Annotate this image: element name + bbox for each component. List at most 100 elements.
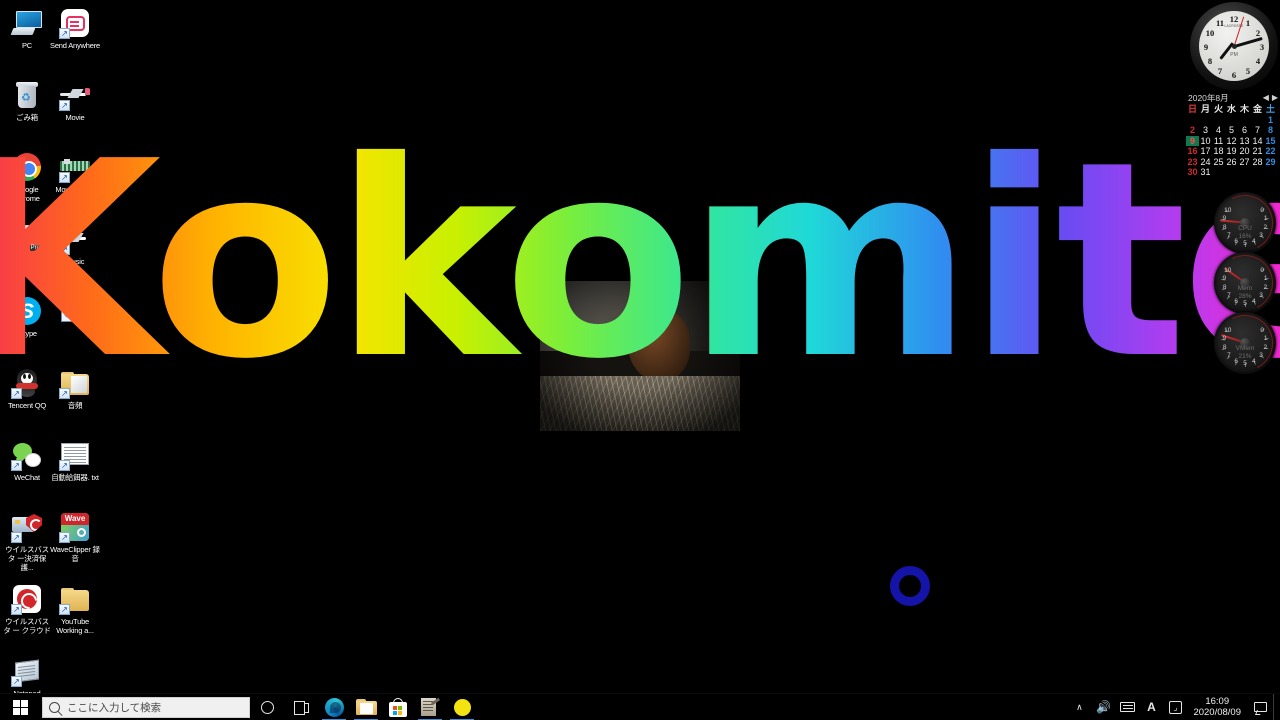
taskbar-clock[interactable]: 16:09 2020/08/09 [1187,694,1247,720]
ime-tool-icon[interactable]: ⌟ [1163,694,1187,720]
calendar-day-cell[interactable]: 29 [1264,157,1277,168]
notification-icon [1253,702,1267,712]
taskbar-app-yellow-dot[interactable] [446,694,478,720]
volume-icon[interactable]: 🔊 [1091,694,1115,720]
calendar-day-header: 土 [1265,104,1275,114]
desktop-icon-notepad[interactable]: Notepad [2,652,52,693]
calendar-day-header: 木 [1239,104,1249,114]
calendar-day-cell[interactable]: 30 [1186,167,1199,178]
calendar-day-cell[interactable]: 18 [1212,146,1225,157]
calendar-day-cell[interactable]: 24 [1199,157,1212,168]
desktop-icon-pc[interactable]: PC [2,4,52,72]
taskbar-app-file-explorer[interactable] [350,694,382,720]
clock-hour-2: 2 [1255,28,1261,38]
computer-icon [10,7,43,39]
cortana-button[interactable] [250,694,284,720]
shortcut-badge-icon [11,676,22,687]
calendar-day-cell[interactable]: 21 [1251,146,1264,157]
clock-hour-12: 12 [1229,14,1239,24]
calendar-day-header: 月 [1200,104,1210,114]
wechat-icon [11,439,43,471]
calendar-day-cell[interactable]: 11 [1212,136,1225,147]
gauge-scale-number: 8 [1222,344,1227,352]
gauge-scale-number: 9 [1222,215,1227,223]
calendar-day-cell[interactable]: 12 [1225,136,1238,147]
shortcut-badge-icon [11,460,22,471]
shortcut-badge-icon [59,460,70,471]
show-desktop-button[interactable] [1273,693,1278,720]
calendar-day-cell[interactable]: 8 [1264,125,1277,136]
vmemory-gauge[interactable]: VMem 21% 0 1 2 3 4 5 6 7 8 9 10 [1209,307,1280,379]
calendar-day-cell[interactable]: 7 [1251,125,1264,136]
gauge-scale-number: 7 [1227,292,1231,300]
calendar-day-cell[interactable]: 4 [1212,125,1225,136]
tray-overflow-chevron-icon[interactable]: ∧ [1067,694,1091,720]
calendar-blank-cell: . [1212,115,1225,126]
desktop-icon-youtube-working[interactable]: YouTube Working a... [50,580,100,648]
calendar-day-cell[interactable]: 23 [1186,157,1199,168]
shortcut-badge-icon [59,28,70,39]
clock-center-pin [1231,43,1237,49]
desktop-icon-auto-feeder-txt[interactable]: 自動給餌器. txt [50,436,100,504]
ime-mode-indicator[interactable]: A [1139,694,1163,720]
calendar-year-month: 2020年8月 [1188,93,1229,103]
file-explorer-icon [355,698,377,716]
calendar-day-cell[interactable]: 19 [1225,146,1238,157]
gauge-scale-number: 0 [1260,266,1264,274]
analog-clock-widget[interactable]: 12 1 2 3 4 5 6 7 8 9 10 11 LACROSSE PM [1190,2,1278,90]
calendar-day-cell[interactable]: 27 [1238,157,1251,168]
calendar-day-header: 日 [1187,104,1197,114]
calendar-day-cell[interactable]: 26 [1225,157,1238,168]
clock-hour-10: 10 [1205,28,1215,38]
calendar-day-cell[interactable]: 6 [1238,125,1251,136]
calendar-day-cell[interactable]: 25 [1212,157,1225,168]
calendar-day-cell[interactable]: 13 [1238,136,1251,147]
waveclipper-icon: Wave [59,511,91,543]
desktop-background[interactable]: PC ♻ ごみ箱 Google Chrome Pro Google Earth … [0,0,1280,693]
calendar-day-cell[interactable]: 16 [1186,146,1199,157]
desktop-icon-send-anywhere[interactable]: Send Anywhere [50,4,100,72]
desktop-icon-waveclipper[interactable]: Wave WaveClipper 録音 [50,508,100,576]
windows-logo-icon [12,699,28,715]
search-input[interactable]: ここに入力して検索 [42,696,250,718]
calendar-day-header: 金 [1252,104,1262,114]
loading-ring-icon [890,566,930,606]
desktop-icon-wechat[interactable]: WeChat [2,436,52,504]
search-icon [49,701,60,713]
calendar-day-cell[interactable]: 5 [1225,125,1238,136]
desktop-icon-virus-buster-cloud[interactable]: ウイルスバスタ ー クラウド [2,580,52,648]
calendar-day-cell[interactable]: 28 [1251,157,1264,168]
calendar-widget[interactable]: 2020年8月 ◀ ▶ 日月火水木金土......123456789101112… [1186,92,1280,184]
calendar-day-cell[interactable]: 20 [1238,146,1251,157]
calendar-day-cell[interactable]: 17 [1199,146,1212,157]
calendar-day-cell[interactable]: 3 [1199,125,1212,136]
memory-gauge[interactable]: Mem 28% 0 1 2 3 4 5 6 7 8 9 10 [1209,247,1280,319]
start-button[interactable] [0,694,40,720]
calendar-grid: 日月火水木金土......123456789101112131415161718… [1186,104,1280,178]
action-center-button[interactable] [1247,694,1273,720]
cpu-gauge[interactable]: CPU 16% 0 1 2 3 4 5 6 7 8 9 10 [1209,187,1280,259]
gauge-scale-number: 7 [1227,352,1231,360]
calendar-day-cell[interactable]: 9 [1186,135,1199,146]
title-overlay: Kokomite [0,125,1280,395]
page-title: Kokomite [0,125,1280,395]
desktop-icon-virus-buster-pay[interactable]: ウイルスバスタ ー決済保護... [2,508,52,576]
task-view-button[interactable] [284,694,318,720]
calendar-day-cell[interactable]: 31 [1199,167,1212,178]
gauge-scale-number: 3 [1259,352,1263,360]
calendar-header: 2020年8月 ◀ ▶ [1186,92,1280,104]
calendar-next-arrow-icon[interactable]: ▶ [1272,94,1278,102]
calendar-day-cell[interactable]: 10 [1199,136,1212,147]
gauge-value: 16% [1238,233,1252,240]
calendar-day-cell[interactable]: 1 [1264,115,1277,126]
taskbar-app-microsoft-edge[interactable] [318,694,350,720]
calendar-day-cell[interactable]: 22 [1264,146,1277,157]
keyboard-icon[interactable] [1115,694,1139,720]
calendar-day-cell[interactable]: 14 [1251,136,1264,147]
calendar-day-cell[interactable]: 15 [1264,136,1277,147]
taskbar-app-document[interactable] [414,694,446,720]
taskbar-app-microsoft-store[interactable] [382,694,414,720]
calendar-day-cell[interactable]: 2 [1186,125,1199,136]
calendar-prev-arrow-icon[interactable]: ◀ [1263,94,1269,102]
gauge-scale-number: 6 [1234,358,1238,366]
